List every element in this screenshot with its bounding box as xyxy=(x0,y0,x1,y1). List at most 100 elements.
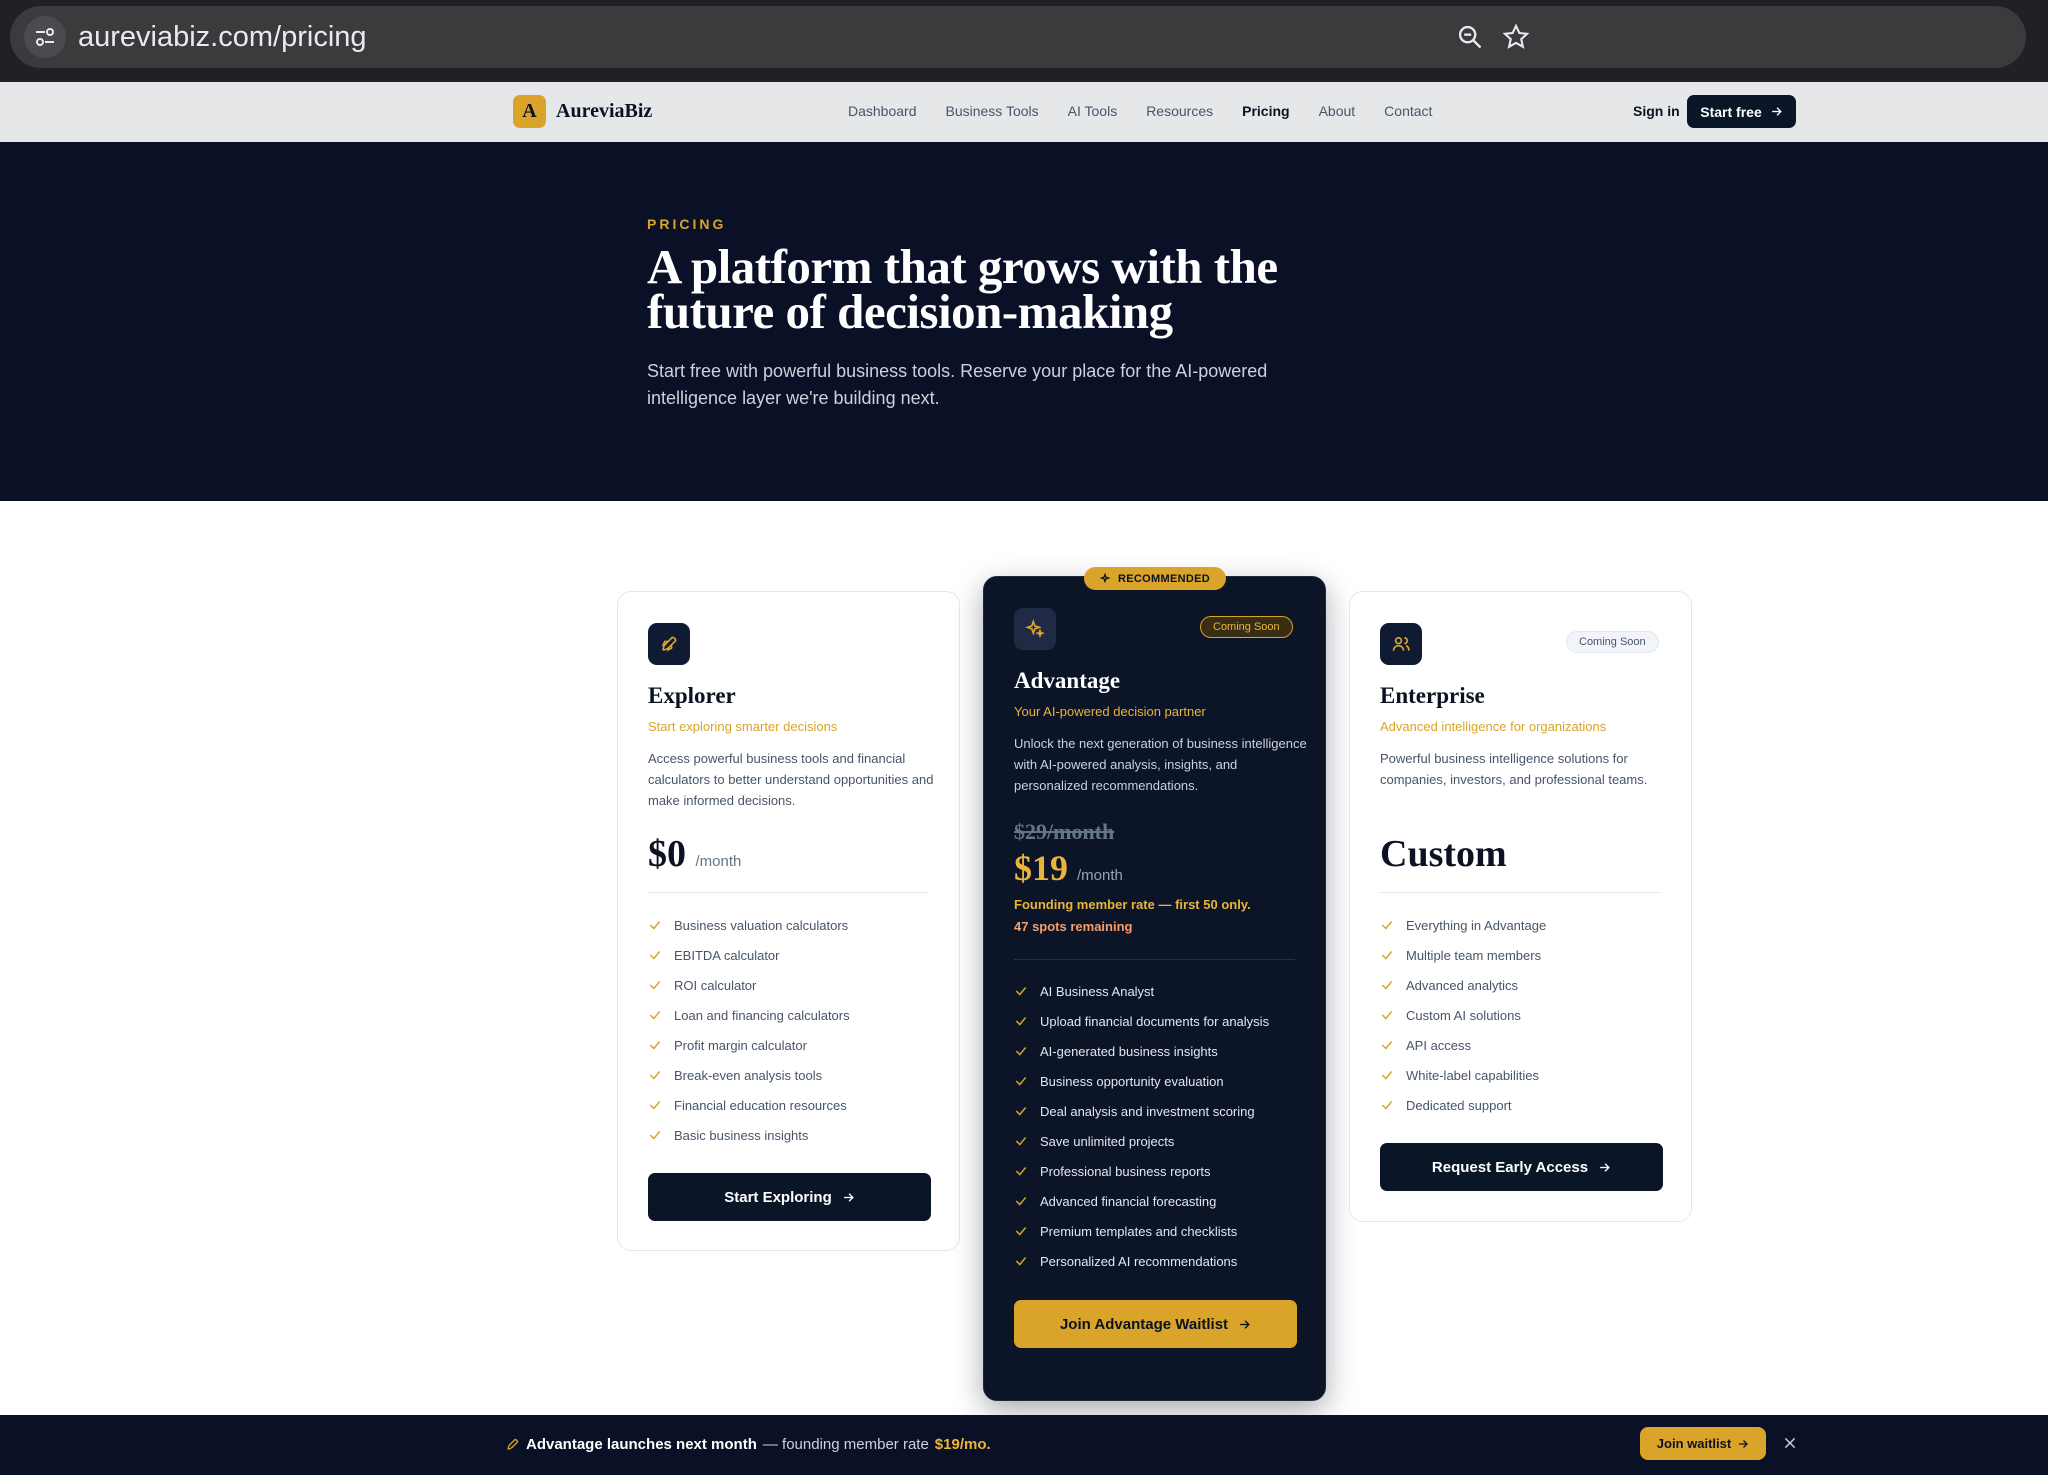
price-period: /month xyxy=(695,853,742,870)
feature-list: AI Business Analyst Upload financial doc… xyxy=(1014,976,1269,1276)
rocket-icon xyxy=(507,1438,519,1450)
check-icon xyxy=(1015,1257,1027,1266)
list-item: EBITDA calculator xyxy=(648,940,850,970)
feature-label: Advanced financial forecasting xyxy=(1040,1193,1217,1209)
list-item: Break-even analysis tools xyxy=(648,1060,850,1090)
nav-link-about[interactable]: About xyxy=(1319,103,1356,119)
url-text[interactable]: aureviabiz.com/pricing xyxy=(78,21,367,54)
list-item: Professional business reports xyxy=(1014,1156,1269,1186)
check-icon xyxy=(1381,1011,1393,1020)
plan-card-enterprise: Coming Soon Enterprise Advanced intellig… xyxy=(1349,591,1692,1222)
list-item: Profit margin calculator xyxy=(648,1030,850,1060)
start-exploring-button[interactable]: Start Exploring xyxy=(648,1173,931,1221)
nav-link-dashboard[interactable]: Dashboard xyxy=(848,103,917,119)
hero-eyebrow: PRICING xyxy=(647,216,727,232)
plan-price: $0 /month xyxy=(648,832,741,876)
feature-label: Everything in Advantage xyxy=(1406,917,1547,933)
page-title: A platform that grows with the future of… xyxy=(647,239,1278,339)
plan-tagline: Start exploring smarter decisions xyxy=(648,719,838,734)
feature-label: Deal analysis and investment scoring xyxy=(1040,1103,1255,1119)
nav-link-pricing[interactable]: Pricing xyxy=(1242,103,1289,119)
plan-price: Custom xyxy=(1380,833,1507,875)
feature-label: Business valuation calculators xyxy=(674,917,849,933)
sparkles-icon xyxy=(1014,608,1056,650)
list-item: Advanced financial forecasting xyxy=(1014,1186,1269,1216)
close-icon[interactable] xyxy=(1779,1432,1801,1454)
plan-price: $19 /month xyxy=(1014,847,1123,889)
list-item: AI-generated business insights xyxy=(1014,1036,1269,1066)
check-icon xyxy=(1381,1071,1393,1080)
check-icon xyxy=(1015,1047,1027,1056)
site-settings-icon[interactable] xyxy=(24,16,66,58)
feature-label: Dedicated support xyxy=(1406,1097,1512,1113)
check-icon xyxy=(1381,1041,1393,1050)
check-icon xyxy=(1015,1077,1027,1086)
nav-link-ai-tools[interactable]: AI Tools xyxy=(1068,103,1118,119)
bookmark-star-icon[interactable] xyxy=(1498,19,1534,55)
feature-label: EBITDA calculator xyxy=(674,947,780,963)
request-early-access-button[interactable]: Request Early Access xyxy=(1380,1143,1663,1191)
feature-label: API access xyxy=(1406,1037,1472,1053)
old-price: $29/month xyxy=(1014,819,1115,844)
brand-logo[interactable]: A AureviaBiz xyxy=(513,95,652,128)
join-waitlist-label: Join waitlist xyxy=(1656,1436,1732,1451)
nav-link-business-tools[interactable]: Business Tools xyxy=(946,103,1039,119)
banner-message: Advantage launches next month — founding… xyxy=(505,1436,991,1453)
list-item: Personalized AI recommendations xyxy=(1014,1246,1269,1276)
list-item: Custom AI solutions xyxy=(1380,1000,1546,1030)
brand-name: AureviaBiz xyxy=(556,100,653,122)
feature-label: Custom AI solutions xyxy=(1406,1007,1521,1023)
list-item: Financial education resources xyxy=(648,1090,850,1120)
zoom-icon[interactable] xyxy=(1452,19,1488,55)
plan-description: Powerful business intelligence solutions… xyxy=(1380,751,1648,787)
feature-label: Business opportunity evaluation xyxy=(1040,1073,1224,1089)
feature-label: Financial education resources xyxy=(674,1097,847,1113)
check-icon xyxy=(649,1011,661,1020)
recommended-badge: RECOMMENDED xyxy=(1084,567,1226,590)
nav-link-resources[interactable]: Resources xyxy=(1146,103,1213,119)
list-item: Premium templates and checklists xyxy=(1014,1216,1269,1246)
list-item: Everything in Advantage xyxy=(1380,910,1546,940)
join-waitlist-button[interactable]: Join waitlist xyxy=(1640,1427,1766,1460)
check-icon xyxy=(1381,951,1393,960)
check-icon xyxy=(649,951,661,960)
feature-label: White-label capabilities xyxy=(1406,1067,1539,1083)
divider xyxy=(648,892,929,893)
list-item: Business opportunity evaluation xyxy=(1014,1066,1269,1096)
feature-list: Business valuation calculators EBITDA ca… xyxy=(648,910,850,1150)
feature-label: Advanced analytics xyxy=(1406,977,1519,993)
join-advantage-waitlist-button[interactable]: Join Advantage Waitlist xyxy=(1014,1300,1297,1348)
check-icon xyxy=(1015,1227,1027,1236)
list-item: API access xyxy=(1380,1030,1546,1060)
hero-section: PRICING A platform that grows with the f… xyxy=(0,142,2048,501)
plan-name: Advantage xyxy=(1014,668,1121,693)
start-free-button[interactable]: Start free xyxy=(1687,95,1796,128)
announcement-banner: Advantage launches next month — founding… xyxy=(0,1415,2048,1475)
users-icon xyxy=(1380,623,1422,665)
nav-link-contact[interactable]: Contact xyxy=(1384,103,1432,119)
check-icon xyxy=(1381,981,1393,990)
browser-chrome: aureviabiz.com/pricing xyxy=(0,0,2048,82)
feature-label: Loan and financing calculators xyxy=(674,1007,850,1023)
feature-label: Professional business reports xyxy=(1040,1163,1211,1179)
list-item: Upload financial documents for analysis xyxy=(1014,1006,1269,1036)
site-header: A AureviaBiz Dashboard Business Tools AI… xyxy=(0,82,2048,142)
list-item: Multiple team members xyxy=(1380,940,1546,970)
price-amount: $19 xyxy=(1014,848,1068,888)
check-icon xyxy=(1015,1137,1027,1146)
list-item: Dedicated support xyxy=(1380,1090,1546,1120)
start-free-label: Start free xyxy=(1700,103,1762,120)
rocket-icon xyxy=(648,623,690,665)
spots-remaining: 47 spots remaining xyxy=(1014,919,1133,934)
check-icon xyxy=(649,1101,661,1110)
feature-label: Basic business insights xyxy=(674,1127,809,1143)
sign-in-link[interactable]: Sign in xyxy=(1633,103,1680,119)
list-item: Advanced analytics xyxy=(1380,970,1546,1000)
list-item: Deal analysis and investment scoring xyxy=(1014,1096,1269,1126)
address-bar[interactable]: aureviabiz.com/pricing xyxy=(10,6,2026,68)
check-icon xyxy=(1381,921,1393,930)
main-nav: Dashboard Business Tools AI Tools Resour… xyxy=(848,103,1432,119)
feature-label: Save unlimited projects xyxy=(1040,1133,1175,1149)
plan-card-advantage: Coming Soon Advantage Your AI-powered de… xyxy=(983,576,1326,1401)
coming-soon-badge: Coming Soon xyxy=(1200,616,1293,638)
